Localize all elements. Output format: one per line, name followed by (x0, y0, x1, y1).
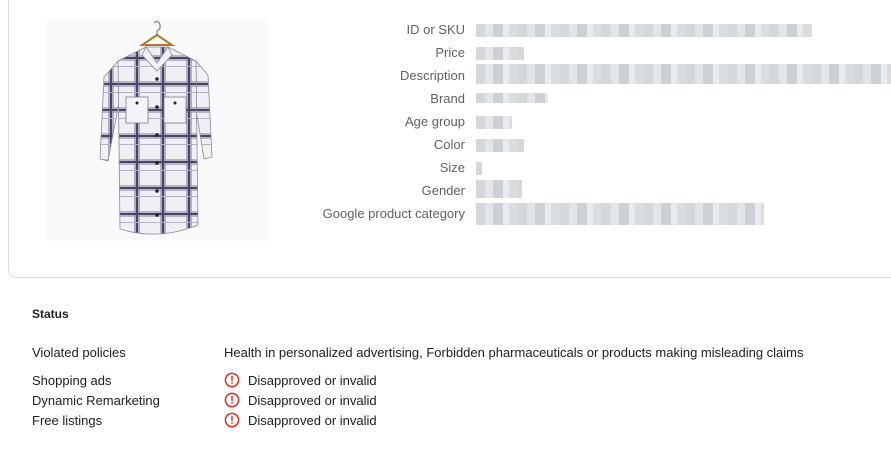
attr-label-price: Price (435, 45, 465, 60)
attr-value-brand-redacted (476, 93, 548, 103)
attr-label-age-group: Age group (405, 114, 465, 129)
attr-label-color: Color (433, 137, 465, 152)
attr-value-gender-redacted (476, 180, 522, 198)
attr-value-google-product-category-redacted (476, 203, 764, 225)
attr-value-description-redacted (476, 64, 891, 84)
error-circle-icon (224, 392, 240, 408)
attr-value-age-group-redacted (476, 116, 512, 129)
destination-status-text: Disapproved or invalid (248, 392, 377, 408)
violated-policies-value: Health in personalized advertising, Forb… (224, 345, 804, 360)
attr-value-price-redacted (476, 47, 524, 60)
plaid-shirt-dress-image (99, 20, 213, 235)
attr-value-id-redacted (476, 24, 812, 37)
attr-value-color-redacted (476, 139, 524, 152)
attr-value-size-redacted (476, 162, 482, 175)
error-circle-icon (224, 372, 240, 388)
violated-policies-label: Violated policies (32, 345, 126, 360)
destination-status-text: Disapproved or invalid (248, 412, 377, 428)
error-circle-icon (224, 412, 240, 428)
attr-label-description: Description (399, 68, 465, 83)
destination-label-dynamic-remarketing: Dynamic Remarketing (32, 393, 160, 408)
destination-label-free-listings: Free listings (32, 413, 103, 428)
destination-status-shopping-ads: Disapproved or invalid (224, 372, 377, 388)
status-heading: Status (32, 307, 69, 321)
attr-label-brand: Brand (430, 91, 465, 106)
destination-label-shopping-ads: Shopping ads (32, 373, 112, 388)
attr-label-size: Size (439, 160, 465, 175)
destination-status-text: Disapproved or invalid (248, 372, 377, 388)
destination-status-free-listings: Disapproved or invalid (224, 412, 377, 428)
destination-status-dynamic-remarketing: Disapproved or invalid (224, 392, 377, 408)
attr-label-google-product-category: Google product category (322, 206, 465, 221)
product-image (46, 19, 268, 241)
attr-label-gender: Gender (421, 183, 465, 198)
attr-label-id: ID or SKU (406, 22, 465, 37)
